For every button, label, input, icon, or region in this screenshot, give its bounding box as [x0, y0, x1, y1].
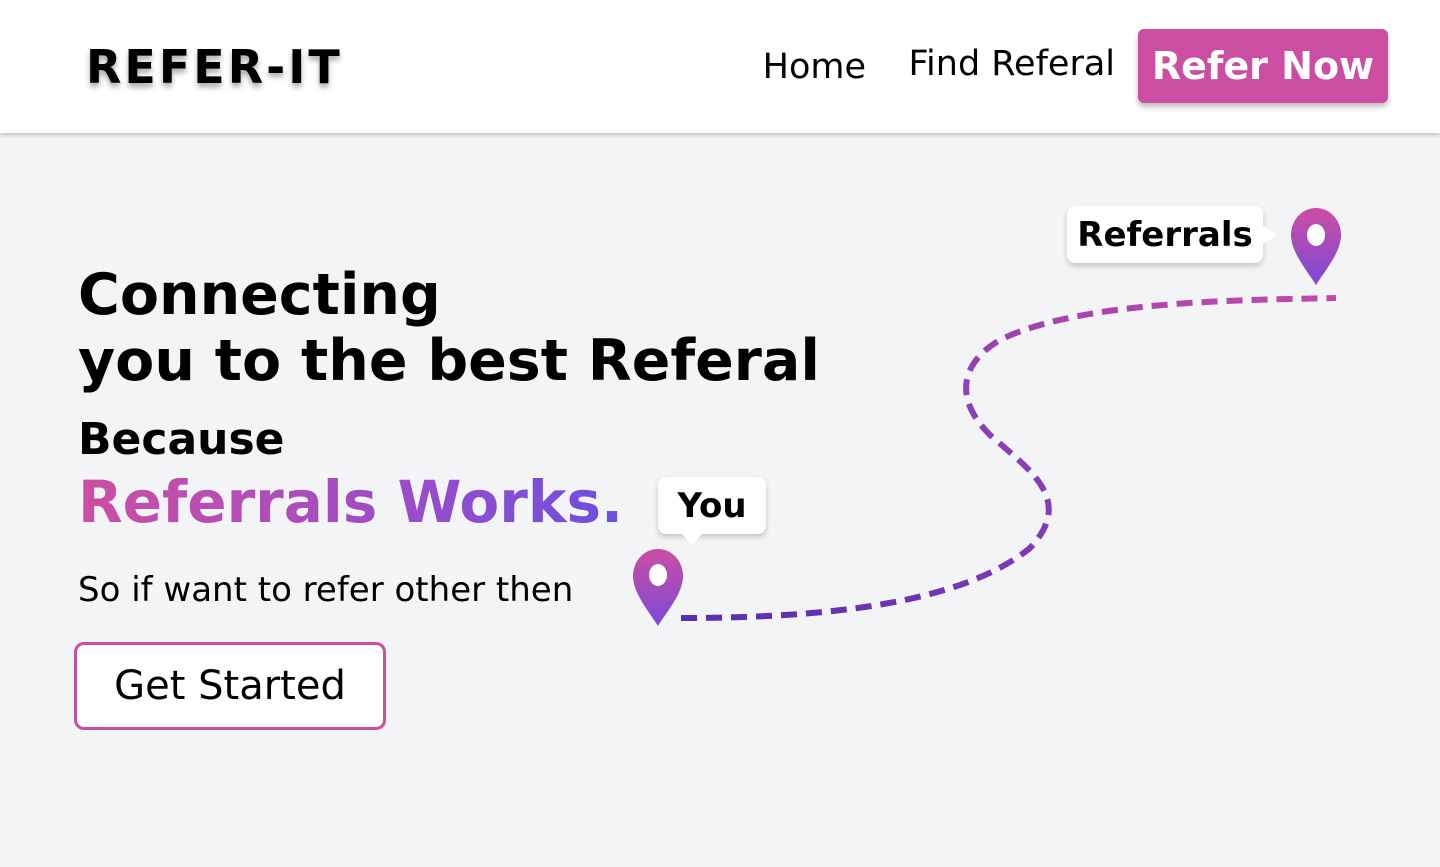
- map-pin-icon: [1291, 208, 1341, 285]
- refer-now-button[interactable]: Refer Now: [1138, 29, 1388, 103]
- map-pin-icon: [633, 549, 683, 626]
- navbar: REFER-IT Home Find Referal Refer Now: [0, 0, 1440, 133]
- nav-find-referral-link[interactable]: Find Referal: [908, 44, 1115, 84]
- brand-logo[interactable]: REFER-IT: [86, 40, 343, 94]
- referrals-label-bubble: Referrals: [1067, 206, 1277, 263]
- dashed-route-path: [680, 295, 1337, 621]
- you-label-bubble: You: [658, 477, 766, 546]
- nav-home-link[interactable]: Home: [763, 47, 866, 87]
